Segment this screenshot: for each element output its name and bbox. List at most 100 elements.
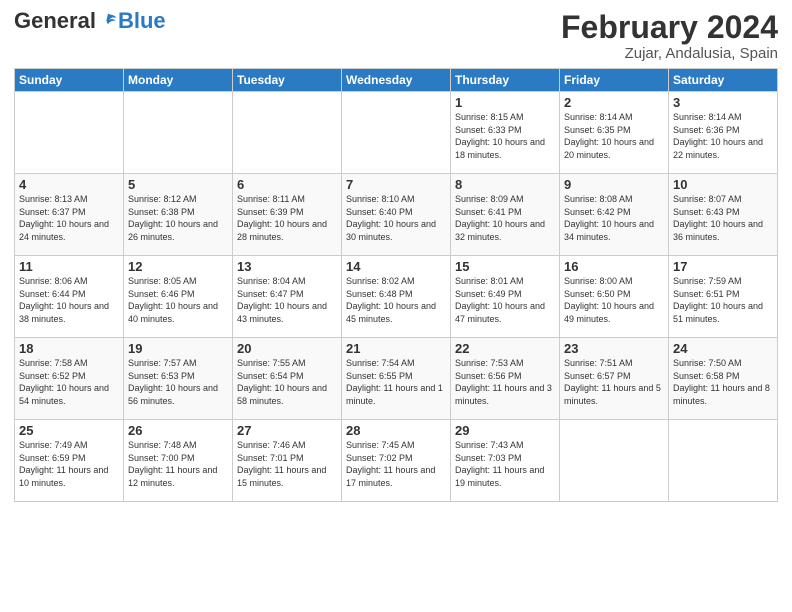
- table-row: 26Sunrise: 7:48 AM Sunset: 7:00 PM Dayli…: [124, 420, 233, 502]
- calendar-week-5: 25Sunrise: 7:49 AM Sunset: 6:59 PM Dayli…: [15, 420, 778, 502]
- day-info: Sunrise: 8:08 AM Sunset: 6:42 PM Dayligh…: [564, 193, 664, 243]
- logo: General Blue: [14, 10, 166, 32]
- day-info: Sunrise: 8:02 AM Sunset: 6:48 PM Dayligh…: [346, 275, 446, 325]
- table-row: [15, 92, 124, 174]
- day-info: Sunrise: 7:43 AM Sunset: 7:03 PM Dayligh…: [455, 439, 555, 489]
- day-number: 7: [346, 177, 446, 192]
- table-row: 28Sunrise: 7:45 AM Sunset: 7:02 PM Dayli…: [342, 420, 451, 502]
- table-row: 18Sunrise: 7:58 AM Sunset: 6:52 PM Dayli…: [15, 338, 124, 420]
- day-info: Sunrise: 8:00 AM Sunset: 6:50 PM Dayligh…: [564, 275, 664, 325]
- day-info: Sunrise: 8:10 AM Sunset: 6:40 PM Dayligh…: [346, 193, 446, 243]
- day-number: 11: [19, 259, 119, 274]
- day-info: Sunrise: 7:53 AM Sunset: 6:56 PM Dayligh…: [455, 357, 555, 407]
- table-row: 22Sunrise: 7:53 AM Sunset: 6:56 PM Dayli…: [451, 338, 560, 420]
- calendar-week-1: 1Sunrise: 8:15 AM Sunset: 6:33 PM Daylig…: [15, 92, 778, 174]
- logo-bird-icon: [98, 11, 118, 31]
- day-info: Sunrise: 8:06 AM Sunset: 6:44 PM Dayligh…: [19, 275, 119, 325]
- table-row: 8Sunrise: 8:09 AM Sunset: 6:41 PM Daylig…: [451, 174, 560, 256]
- day-number: 13: [237, 259, 337, 274]
- table-row: [124, 92, 233, 174]
- col-saturday: Saturday: [669, 69, 778, 92]
- table-row: 3Sunrise: 8:14 AM Sunset: 6:36 PM Daylig…: [669, 92, 778, 174]
- day-info: Sunrise: 7:45 AM Sunset: 7:02 PM Dayligh…: [346, 439, 446, 489]
- day-number: 22: [455, 341, 555, 356]
- day-info: Sunrise: 8:05 AM Sunset: 6:46 PM Dayligh…: [128, 275, 228, 325]
- table-row: 20Sunrise: 7:55 AM Sunset: 6:54 PM Dayli…: [233, 338, 342, 420]
- day-number: 23: [564, 341, 664, 356]
- day-info: Sunrise: 7:49 AM Sunset: 6:59 PM Dayligh…: [19, 439, 119, 489]
- table-row: 1Sunrise: 8:15 AM Sunset: 6:33 PM Daylig…: [451, 92, 560, 174]
- day-number: 29: [455, 423, 555, 438]
- day-number: 4: [19, 177, 119, 192]
- day-number: 12: [128, 259, 228, 274]
- location-subtitle: Zujar, Andalusia, Spain: [561, 45, 778, 62]
- day-number: 9: [564, 177, 664, 192]
- table-row: [233, 92, 342, 174]
- table-row: 7Sunrise: 8:10 AM Sunset: 6:40 PM Daylig…: [342, 174, 451, 256]
- table-row: 2Sunrise: 8:14 AM Sunset: 6:35 PM Daylig…: [560, 92, 669, 174]
- day-number: 15: [455, 259, 555, 274]
- day-info: Sunrise: 8:09 AM Sunset: 6:41 PM Dayligh…: [455, 193, 555, 243]
- table-row: 19Sunrise: 7:57 AM Sunset: 6:53 PM Dayli…: [124, 338, 233, 420]
- day-info: Sunrise: 7:48 AM Sunset: 7:00 PM Dayligh…: [128, 439, 228, 489]
- table-row: 25Sunrise: 7:49 AM Sunset: 6:59 PM Dayli…: [15, 420, 124, 502]
- day-info: Sunrise: 8:15 AM Sunset: 6:33 PM Dayligh…: [455, 111, 555, 161]
- table-row: 4Sunrise: 8:13 AM Sunset: 6:37 PM Daylig…: [15, 174, 124, 256]
- day-number: 8: [455, 177, 555, 192]
- col-friday: Friday: [560, 69, 669, 92]
- logo-blue-text: Blue: [118, 10, 166, 32]
- day-number: 20: [237, 341, 337, 356]
- day-info: Sunrise: 8:11 AM Sunset: 6:39 PM Dayligh…: [237, 193, 337, 243]
- day-info: Sunrise: 7:57 AM Sunset: 6:53 PM Dayligh…: [128, 357, 228, 407]
- table-row: 11Sunrise: 8:06 AM Sunset: 6:44 PM Dayli…: [15, 256, 124, 338]
- day-number: 28: [346, 423, 446, 438]
- table-row: 9Sunrise: 8:08 AM Sunset: 6:42 PM Daylig…: [560, 174, 669, 256]
- col-tuesday: Tuesday: [233, 69, 342, 92]
- day-number: 17: [673, 259, 773, 274]
- table-row: [342, 92, 451, 174]
- table-row: 29Sunrise: 7:43 AM Sunset: 7:03 PM Dayli…: [451, 420, 560, 502]
- day-number: 5: [128, 177, 228, 192]
- table-row: 27Sunrise: 7:46 AM Sunset: 7:01 PM Dayli…: [233, 420, 342, 502]
- col-sunday: Sunday: [15, 69, 124, 92]
- table-row: 10Sunrise: 8:07 AM Sunset: 6:43 PM Dayli…: [669, 174, 778, 256]
- day-info: Sunrise: 8:13 AM Sunset: 6:37 PM Dayligh…: [19, 193, 119, 243]
- table-row: 16Sunrise: 8:00 AM Sunset: 6:50 PM Dayli…: [560, 256, 669, 338]
- logo-general-text: General: [14, 10, 96, 32]
- day-info: Sunrise: 8:14 AM Sunset: 6:36 PM Dayligh…: [673, 111, 773, 161]
- title-block: February 2024 Zujar, Andalusia, Spain: [561, 10, 778, 62]
- table-row: 5Sunrise: 8:12 AM Sunset: 6:38 PM Daylig…: [124, 174, 233, 256]
- day-number: 24: [673, 341, 773, 356]
- table-row: 23Sunrise: 7:51 AM Sunset: 6:57 PM Dayli…: [560, 338, 669, 420]
- table-row: 17Sunrise: 7:59 AM Sunset: 6:51 PM Dayli…: [669, 256, 778, 338]
- month-title: February 2024: [561, 10, 778, 45]
- day-info: Sunrise: 8:14 AM Sunset: 6:35 PM Dayligh…: [564, 111, 664, 161]
- day-info: Sunrise: 7:50 AM Sunset: 6:58 PM Dayligh…: [673, 357, 773, 407]
- col-wednesday: Wednesday: [342, 69, 451, 92]
- col-monday: Monday: [124, 69, 233, 92]
- day-number: 1: [455, 95, 555, 110]
- day-number: 6: [237, 177, 337, 192]
- day-number: 26: [128, 423, 228, 438]
- day-info: Sunrise: 7:55 AM Sunset: 6:54 PM Dayligh…: [237, 357, 337, 407]
- calendar-week-3: 11Sunrise: 8:06 AM Sunset: 6:44 PM Dayli…: [15, 256, 778, 338]
- day-number: 18: [19, 341, 119, 356]
- calendar-table: Sunday Monday Tuesday Wednesday Thursday…: [14, 68, 778, 502]
- day-info: Sunrise: 7:59 AM Sunset: 6:51 PM Dayligh…: [673, 275, 773, 325]
- col-thursday: Thursday: [451, 69, 560, 92]
- table-row: 13Sunrise: 8:04 AM Sunset: 6:47 PM Dayli…: [233, 256, 342, 338]
- day-info: Sunrise: 7:58 AM Sunset: 6:52 PM Dayligh…: [19, 357, 119, 407]
- calendar-week-2: 4Sunrise: 8:13 AM Sunset: 6:37 PM Daylig…: [15, 174, 778, 256]
- table-row: 14Sunrise: 8:02 AM Sunset: 6:48 PM Dayli…: [342, 256, 451, 338]
- header: General Blue February 2024 Zujar, Andalu…: [14, 10, 778, 62]
- table-row: 12Sunrise: 8:05 AM Sunset: 6:46 PM Dayli…: [124, 256, 233, 338]
- table-row: [560, 420, 669, 502]
- table-row: 21Sunrise: 7:54 AM Sunset: 6:55 PM Dayli…: [342, 338, 451, 420]
- day-number: 2: [564, 95, 664, 110]
- day-number: 19: [128, 341, 228, 356]
- day-number: 16: [564, 259, 664, 274]
- day-info: Sunrise: 7:46 AM Sunset: 7:01 PM Dayligh…: [237, 439, 337, 489]
- day-number: 25: [19, 423, 119, 438]
- day-number: 3: [673, 95, 773, 110]
- table-row: [669, 420, 778, 502]
